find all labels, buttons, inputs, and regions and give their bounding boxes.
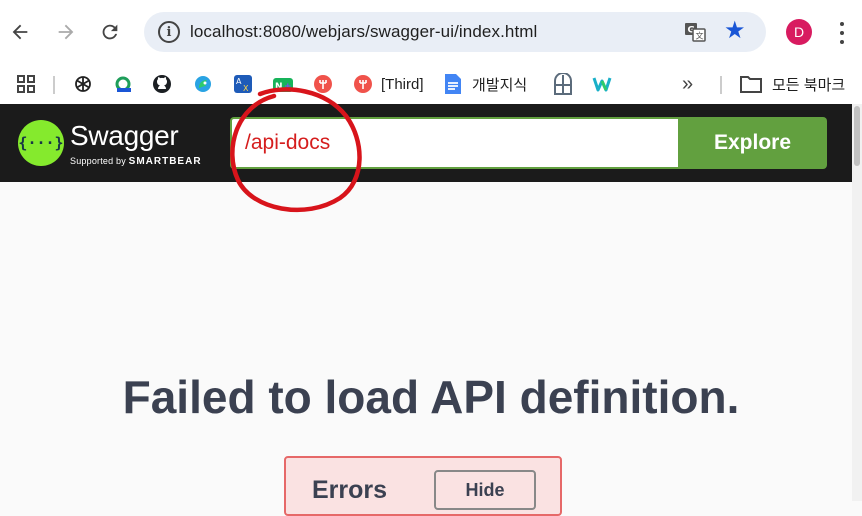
back-button[interactable]	[2, 14, 38, 50]
bookmarks-bar: AX N + [Third] 개발지식 » 모든 북마크	[0, 64, 862, 104]
folder-icon	[740, 76, 762, 93]
page-scrollbar-thumb[interactable]	[854, 106, 860, 166]
red-fork-icon	[354, 75, 372, 93]
bookmark-translate[interactable]: AX	[233, 70, 253, 98]
reload-button[interactable]	[92, 14, 128, 50]
swagger-logo-icon[interactable]: {···}	[18, 120, 64, 166]
smartbear-text: SMARTBEAR	[128, 156, 202, 167]
address-url[interactable]: localhost:8080/webjars/swagger-ui/index.…	[190, 22, 537, 42]
site-info-icon[interactable]: i	[158, 21, 180, 43]
bookmark-naver-plus[interactable]: N +	[272, 70, 294, 98]
openai-icon	[75, 76, 91, 92]
bookmark-star-icon[interactable]: ★	[724, 19, 748, 43]
svg-text:N: N	[275, 82, 283, 92]
forward-button[interactable]	[48, 14, 84, 50]
supported-by-text: Supported by	[70, 156, 126, 166]
bookmark-dev-knowledge[interactable]: 개발지식	[444, 70, 527, 98]
bookmark-dev-knowledge-label: 개발지식	[472, 76, 528, 94]
bookmark-separator	[720, 76, 722, 94]
address-bar[interactable]: i localhost:8080/webjars/swagger-ui/inde…	[144, 12, 766, 52]
translate-ax-icon: AX	[234, 75, 252, 93]
google-docs-icon	[445, 74, 461, 94]
bookmark-third-label: [Third]	[381, 75, 424, 93]
overflow-chevron-icon: »	[682, 72, 694, 95]
reload-icon	[102, 24, 118, 40]
swagger-supported-by: Supported by SMARTBEAR	[70, 156, 202, 167]
bookmark-w[interactable]	[592, 70, 612, 98]
apps-grid-icon[interactable]	[16, 70, 36, 98]
hide-errors-button[interactable]: Hide	[434, 470, 536, 510]
bookmark-github[interactable]	[152, 70, 172, 98]
bookmark-parrot[interactable]	[193, 70, 213, 98]
browser-toolbar: i localhost:8080/webjars/swagger-ui/inde…	[0, 0, 862, 64]
svg-text:文: 文	[696, 31, 704, 41]
bookmark-window[interactable]	[553, 70, 573, 98]
swagger-brand: Swagger	[70, 120, 179, 151]
all-bookmarks-label: 모든 북마크	[772, 76, 846, 94]
bookmark-third[interactable]: [Third]	[353, 70, 424, 98]
arrow-left-icon	[12, 24, 28, 40]
errors-panel: Errors Hide	[284, 456, 562, 516]
svg-text:A: A	[236, 77, 242, 86]
avatar-letter: D	[793, 24, 805, 40]
more-menu-icon[interactable]	[832, 20, 852, 46]
definition-url-input[interactable]: /api-docs	[230, 117, 678, 169]
bookmark-openai[interactable]	[73, 70, 93, 98]
svg-text:X: X	[243, 84, 249, 93]
failed-load-title: Failed to load API definition.	[122, 371, 740, 423]
svg-text:+: +	[284, 82, 292, 92]
all-bookmarks-button[interactable]: 모든 북마크	[740, 70, 845, 98]
translate-icon[interactable]: G 文	[684, 21, 706, 43]
bookmark-green-e[interactable]	[114, 70, 134, 98]
github-icon	[153, 75, 171, 93]
arrow-right-icon	[58, 24, 74, 40]
w-icon	[592, 77, 612, 92]
bookmark-red-fork[interactable]	[313, 70, 333, 98]
explore-button[interactable]: Explore	[678, 117, 827, 169]
bookmark-separator	[53, 76, 55, 94]
red-fork-icon	[314, 75, 332, 93]
profile-avatar[interactable]: D	[786, 19, 812, 45]
naver-plus-icon: N +	[273, 78, 293, 92]
window-icon	[554, 73, 572, 95]
bookmarks-overflow-button[interactable]: »	[682, 70, 693, 98]
green-e-icon	[115, 76, 131, 92]
parrot-icon	[195, 76, 211, 92]
